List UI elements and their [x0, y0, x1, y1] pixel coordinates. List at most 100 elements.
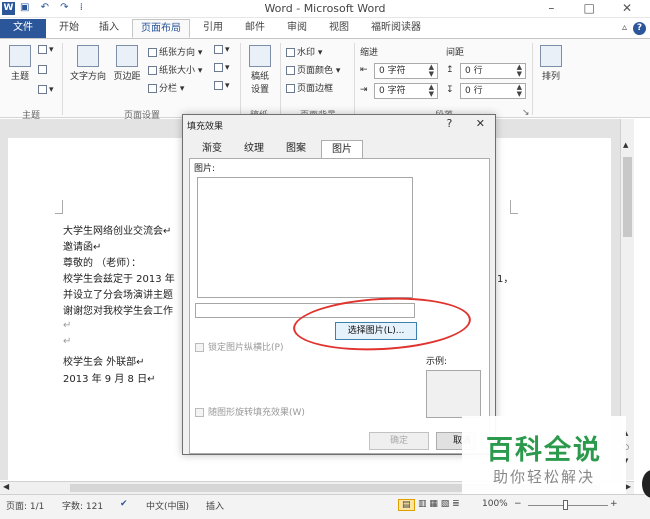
- minimize-button[interactable]: –: [534, 1, 568, 15]
- margins-button[interactable]: 页边距: [110, 45, 144, 82]
- page-border-button[interactable]: 页面边框: [286, 81, 333, 94]
- tab-view[interactable]: 视图: [322, 19, 356, 38]
- picture-label: 图片:: [194, 164, 216, 174]
- breaks-icon: [214, 45, 223, 54]
- tab-home[interactable]: 开始: [52, 19, 86, 38]
- indent-right-spinner[interactable]: 0 字符 ▲ ▼: [374, 83, 438, 99]
- tab-review[interactable]: 审阅: [280, 19, 314, 38]
- watermark-button[interactable]: 水印 ▾: [286, 45, 322, 58]
- help-icon[interactable]: ?: [633, 22, 646, 35]
- document-line: ↵: [63, 336, 72, 347]
- help-area: ▵?: [622, 22, 646, 35]
- document-line: 校学生会兹定于 2013 年: [63, 274, 175, 285]
- site-watermark: 百科全说 助你轻松解决: [462, 416, 626, 494]
- spinner-arrows-icon[interactable]: ▲ ▼: [517, 64, 522, 78]
- tab-foxit-reader[interactable]: 福昕阅读器: [364, 19, 428, 38]
- theme-fonts-button[interactable]: [38, 65, 49, 75]
- document-line: ↵: [63, 320, 72, 331]
- collapse-ribbon-icon[interactable]: ▵: [622, 22, 627, 33]
- themes-button[interactable]: 主题: [6, 45, 34, 82]
- spacing-label: 间距: [446, 48, 465, 58]
- line-numbers-button[interactable]: ▾: [214, 63, 230, 73]
- page-count[interactable]: 页面: 1/1: [6, 499, 44, 512]
- document-line: 谢谢您对我校学生会工作: [63, 306, 173, 317]
- zoom-out-icon[interactable]: −: [514, 499, 522, 509]
- checkbox-icon: [195, 343, 204, 352]
- text-direction-button[interactable]: 文字方向: [68, 45, 108, 82]
- orientation-icon: [148, 48, 157, 57]
- themes-icon: [9, 45, 31, 67]
- indent-right-icon: ⇥: [360, 85, 368, 95]
- orientation-button[interactable]: 纸张方向 ▾: [148, 45, 202, 58]
- proofing-icon[interactable]: ✔: [120, 499, 128, 509]
- dialog-title: 填充效果: [187, 122, 224, 132]
- zoom-in-icon[interactable]: +: [610, 499, 618, 509]
- window-controls: – □ ✕: [534, 1, 644, 15]
- title-bar: W ▣ ↶ ↷ ⁞ Word - Microsoft Word – □ ✕: [0, 0, 650, 18]
- tab-picture[interactable]: 图片: [321, 140, 363, 159]
- zoom-slider-track[interactable]: [528, 505, 608, 506]
- tab-pattern[interactable]: 图案: [279, 140, 313, 158]
- group-divider: [532, 43, 533, 115]
- tab-gradient[interactable]: 渐变: [195, 140, 229, 158]
- tab-page-layout[interactable]: 页面布局: [132, 19, 190, 38]
- ribbon: 主题 ▾ ▾ 主题 文字方向 页边距 纸张方向 ▾ 纸张大小 ▾ 分栏 ▾ ▾ …: [0, 38, 650, 121]
- print-layout-view-icon[interactable]: ▤: [398, 499, 415, 511]
- scroll-left-icon[interactable]: ◀: [3, 482, 9, 491]
- watermark-title: 百科全说: [486, 435, 602, 466]
- insert-mode-indicator[interactable]: 插入: [206, 499, 224, 512]
- dialog-launcher-icon[interactable]: ↘: [522, 108, 530, 118]
- rotate-with-shape-checkbox[interactable]: 随图形旋转填充效果(W): [195, 405, 305, 418]
- vertical-scroll-thumb[interactable]: [623, 157, 632, 237]
- fill-effects-dialog: 填充效果 ? ✕ 渐变 纹理 图案 图片 图片: 选择图片(L)... 锁定图片…: [182, 114, 496, 455]
- scroll-up-icon[interactable]: ▲: [623, 141, 628, 149]
- group-divider: [280, 43, 281, 115]
- spinner-arrows-icon[interactable]: ▲ ▼: [429, 64, 434, 78]
- hyphenation-icon: [214, 81, 223, 90]
- document-line: 校学生会 外联部↵: [63, 357, 145, 368]
- tab-insert[interactable]: 插入: [92, 19, 126, 38]
- ok-button[interactable]: 确定: [369, 432, 429, 450]
- space-before-spinner[interactable]: 0 行 ▲ ▼: [460, 63, 526, 79]
- margin-corner-mark: [55, 200, 63, 214]
- ruler-toggle-icon[interactable]: [620, 119, 634, 139]
- page-color-button[interactable]: 页面颜色 ▾: [286, 63, 340, 76]
- tab-references[interactable]: 引用: [196, 19, 230, 38]
- close-window-button[interactable]: ✕: [610, 1, 644, 15]
- space-after-spinner[interactable]: 0 行 ▲ ▼: [460, 83, 526, 99]
- lock-aspect-ratio-checkbox[interactable]: 锁定图片纵横比(P): [195, 340, 283, 353]
- tab-file[interactable]: 文件: [0, 19, 46, 38]
- spinner-arrows-icon[interactable]: ▲ ▼: [517, 84, 522, 98]
- word-count[interactable]: 字数: 121: [62, 499, 103, 512]
- picture-preview: [197, 177, 413, 298]
- margins-icon: [116, 45, 138, 67]
- ribbon-tabs: 文件 开始 插入 页面布局 引用 邮件 审阅 视图 福昕阅读器 ▵?: [0, 19, 650, 38]
- arrange-button[interactable]: 排列: [538, 45, 564, 82]
- draft-paper-button[interactable]: 稿纸 设置: [246, 45, 274, 95]
- group-divider: [354, 43, 355, 115]
- document-line: 邀请函↵: [63, 242, 102, 253]
- theme-effects-button[interactable]: ▾: [38, 85, 54, 95]
- document-line: 尊敬的 （老师）：: [63, 258, 142, 269]
- dialog-help-button[interactable]: ?: [446, 117, 452, 130]
- columns-button[interactable]: 分栏 ▾: [148, 81, 184, 94]
- group-divider: [240, 43, 241, 115]
- tab-mailings[interactable]: 邮件: [238, 19, 272, 38]
- zoom-slider-thumb[interactable]: [563, 500, 568, 510]
- maximize-button[interactable]: □: [572, 1, 606, 15]
- space-after-icon: ↧: [446, 85, 454, 95]
- indent-left-spinner[interactable]: 0 字符 ▲ ▼: [374, 63, 438, 79]
- columns-icon: [148, 84, 157, 93]
- indent-label: 缩进: [360, 48, 379, 58]
- view-buttons[interactable]: ▥ ▦ ▧ ≣: [418, 499, 460, 509]
- language-indicator[interactable]: 中文(中国): [146, 499, 189, 512]
- hyphenation-button[interactable]: ▾: [214, 81, 230, 91]
- theme-colors-button[interactable]: ▾: [38, 45, 54, 55]
- size-button[interactable]: 纸张大小 ▾: [148, 63, 202, 76]
- dialog-close-button[interactable]: ✕: [476, 117, 485, 130]
- zoom-level[interactable]: 100%: [482, 499, 508, 509]
- tab-texture[interactable]: 纹理: [237, 140, 271, 158]
- arrange-icon: [540, 45, 562, 67]
- spinner-arrows-icon[interactable]: ▲ ▼: [429, 84, 434, 98]
- breaks-button[interactable]: ▾: [214, 45, 230, 55]
